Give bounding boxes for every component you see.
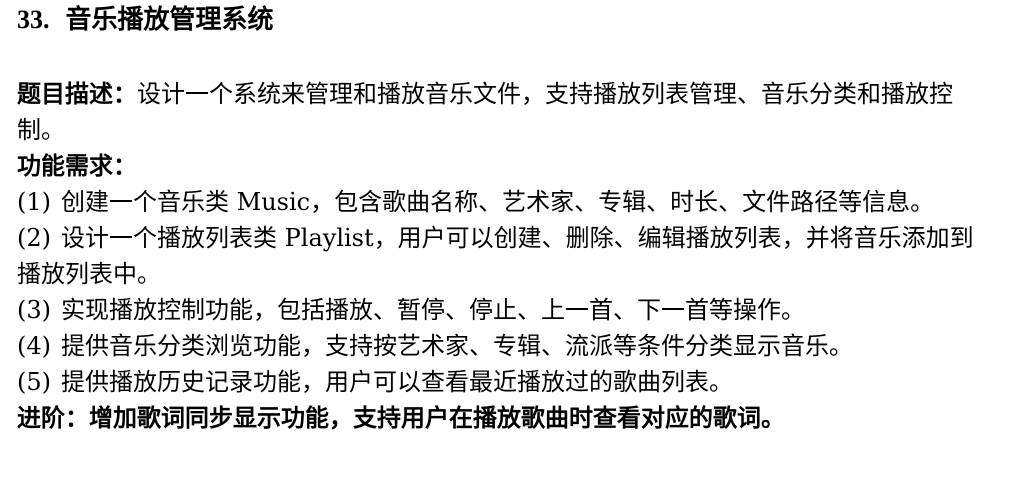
description-text: 设计一个系统来管理和播放音乐文件，支持播放列表管理、音乐分类和播放控制。 xyxy=(17,80,953,144)
requirement-item: (4) 提供音乐分类浏览功能，支持按艺术家、专辑、流派等条件分类显示音乐。 xyxy=(17,328,977,364)
section-number: 33. xyxy=(17,5,50,34)
requirement-index: (4) xyxy=(17,332,51,360)
advanced-text: 增加歌词同步显示功能，支持用户在播放歌曲时查看对应的歌词。 xyxy=(89,404,785,432)
description-label: 题目描述： xyxy=(17,80,137,108)
requirement-index: (5) xyxy=(17,368,51,396)
requirement-text: 设计一个播放列表类 Playlist，用户可以创建、删除、编辑播放列表，并将音乐… xyxy=(17,224,974,288)
requirement-index: (1) xyxy=(17,188,51,216)
requirement-index: (3) xyxy=(17,296,51,324)
requirement-item: (2) 设计一个播放列表类 Playlist，用户可以创建、删除、编辑播放列表，并… xyxy=(17,220,977,292)
advanced-paragraph: 进阶：增加歌词同步显示功能，支持用户在播放歌曲时查看对应的歌词。 xyxy=(17,400,977,436)
section-title: 33. 音乐播放管理系统 xyxy=(17,2,274,38)
document-body: 题目描述：设计一个系统来管理和播放音乐文件，支持播放列表管理、音乐分类和播放控制… xyxy=(17,76,977,436)
requirement-text: 提供播放历史记录功能，用户可以查看最近播放过的歌曲列表。 xyxy=(61,368,733,396)
requirements-label: 功能需求： xyxy=(17,152,137,180)
advanced-label: 进阶： xyxy=(17,404,89,432)
requirement-text: 实现播放控制功能，包括播放、暂停、停止、上一首、下一首等操作。 xyxy=(61,296,805,324)
requirement-item: (3) 实现播放控制功能，包括播放、暂停、停止、上一首、下一首等操作。 xyxy=(17,292,977,328)
description-paragraph: 题目描述：设计一个系统来管理和播放音乐文件，支持播放列表管理、音乐分类和播放控制… xyxy=(17,76,977,148)
requirements-heading: 功能需求： xyxy=(17,148,977,184)
requirement-item: (5) 提供播放历史记录功能，用户可以查看最近播放过的歌曲列表。 xyxy=(17,364,977,400)
requirement-text: 提供音乐分类浏览功能，支持按艺术家、专辑、流派等条件分类显示音乐。 xyxy=(61,332,853,360)
section-title-text: 音乐播放管理系统 xyxy=(65,5,274,35)
requirement-item: (1) 创建一个音乐类 Music，包含歌曲名称、艺术家、专辑、时长、文件路径等信… xyxy=(17,184,977,220)
requirement-index: (2) xyxy=(17,224,51,252)
requirement-text: 创建一个音乐类 Music，包含歌曲名称、艺术家、专辑、时长、文件路径等信息。 xyxy=(61,188,935,216)
